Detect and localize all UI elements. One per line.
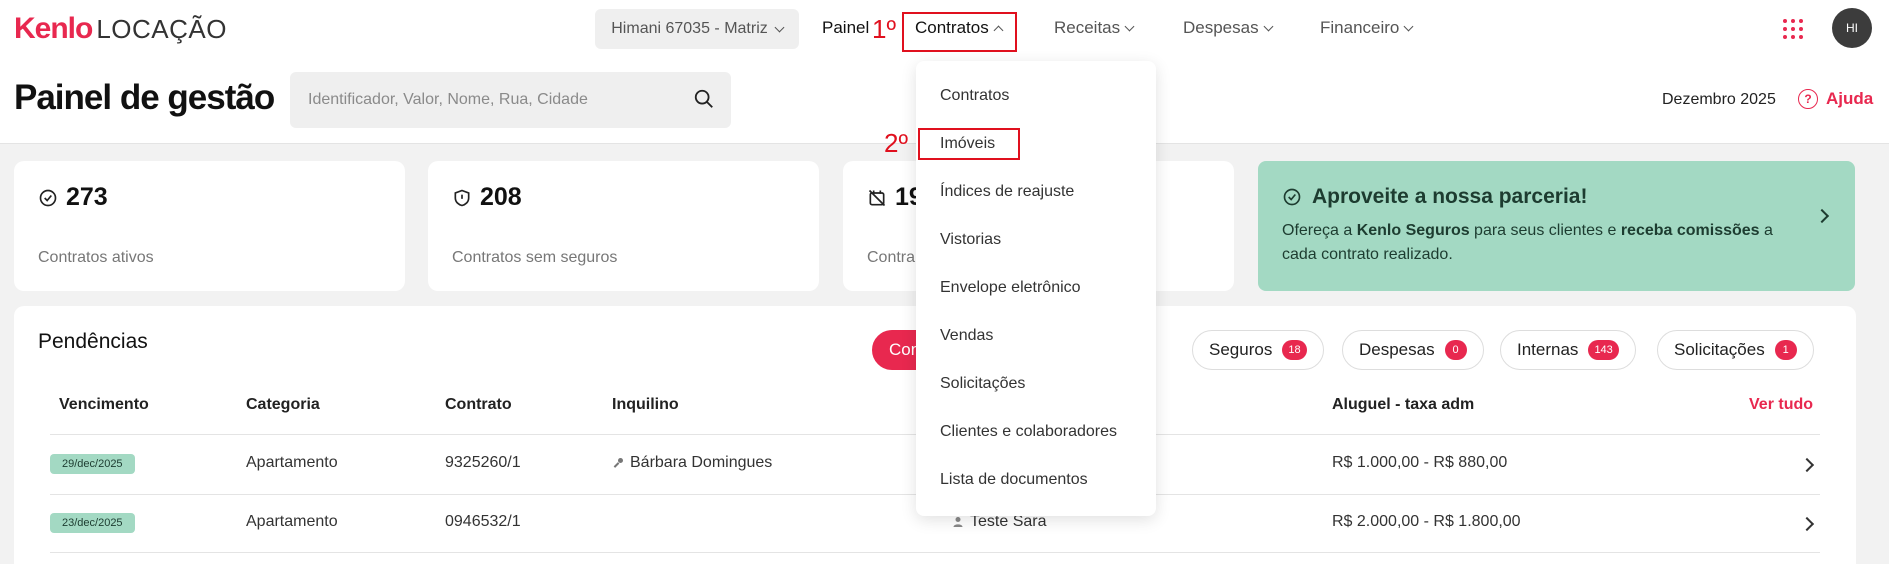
menu-item-clientes[interactable]: Clientes e colaboradores — [940, 423, 1117, 441]
tenant-cell[interactable]: Bárbara Domingues — [612, 454, 772, 472]
col-inquilino[interactable]: Inquilino — [612, 396, 679, 414]
see-all-link[interactable]: Ver tudo — [1749, 396, 1813, 414]
tab-label: Despesas — [1359, 340, 1435, 359]
tab-label: Solicitações — [1674, 340, 1765, 359]
page-title: Painel de gestão — [14, 78, 275, 117]
nav-financeiro-label: Financeiro — [1320, 18, 1400, 37]
tab-label: Internas — [1517, 340, 1579, 359]
tab-internas[interactable]: Internas 143 — [1500, 330, 1636, 370]
panel-title: Pendências — [38, 330, 148, 353]
check-circle-icon — [39, 189, 57, 206]
menu-item-indices[interactable]: Índices de reajuste — [940, 183, 1074, 201]
count-badge: 0 — [1444, 340, 1467, 360]
count-badge: 1 — [1774, 340, 1797, 360]
branch-selector[interactable]: Himani 67035 - Matriz — [595, 9, 799, 49]
annotation-box-contratos — [902, 12, 1017, 52]
stat-card-contratos-ativos[interactable]: 273 Contratos ativos — [14, 161, 405, 291]
search-icon[interactable] — [693, 88, 715, 110]
nav-painel-label: Painel — [822, 18, 870, 37]
person-icon — [953, 517, 963, 527]
menu-item-solicitacoes[interactable]: Solicitações — [940, 375, 1025, 393]
avatar[interactable]: HI — [1832, 8, 1872, 48]
key-icon — [613, 458, 623, 468]
contract-cell[interactable]: 9325260/1 — [445, 454, 521, 472]
logo-product: LOCAÇÃO — [96, 14, 227, 44]
chevron-down-icon — [774, 22, 785, 32]
col-vencimento[interactable]: Vencimento — [59, 396, 149, 414]
chevron-down-icon — [1403, 21, 1414, 31]
promo-banner[interactable]: Aproveite a nossa parceria! Ofereça a Ke… — [1258, 161, 1855, 291]
stat-value: 273 — [66, 183, 108, 211]
promo-title: Aproveite a nossa parceria! — [1312, 185, 1588, 208]
help-label: Ajuda — [1826, 89, 1874, 108]
search-box — [290, 72, 731, 128]
tab-label: Seguros — [1209, 340, 1273, 359]
nav-despesas-label: Despesas — [1183, 18, 1259, 37]
count-badge: 143 — [1588, 340, 1619, 360]
contract-cell[interactable]: 0946532/1 — [445, 513, 521, 531]
month-selector[interactable]: Dezembro 2025 — [1662, 91, 1776, 109]
due-date-badge: 29/dec/2025 — [50, 454, 135, 474]
help-link[interactable]: ? Ajuda — [1798, 89, 1873, 109]
rent-cell: R$ 2.000,00 - R$ 1.800,00 — [1332, 513, 1521, 530]
stat-label: Contratos sem seguros — [452, 249, 618, 266]
nav-painel[interactable]: Painel — [822, 18, 869, 38]
apps-grid-icon[interactable] — [1783, 19, 1803, 39]
col-contrato[interactable]: Contrato — [445, 396, 512, 414]
chevron-down-icon — [1124, 21, 1135, 31]
nav-financeiro[interactable]: Financeiro — [1320, 18, 1414, 38]
kenlo-logo[interactable]: Kenlo LOCAÇÃO — [14, 12, 227, 46]
nav-receitas-label: Receitas — [1054, 18, 1121, 37]
nav-despesas[interactable]: Despesas — [1183, 18, 1274, 38]
annotation-box-imoveis — [918, 128, 1020, 160]
col-aluguel[interactable]: Aluguel - taxa adm — [1332, 396, 1474, 414]
rent-cell: R$ 1.000,00 - R$ 880,00 — [1332, 454, 1508, 471]
search-input[interactable] — [308, 72, 668, 128]
question-icon: ? — [1798, 89, 1818, 109]
chevron-down-icon — [1263, 21, 1274, 31]
chevron-right-icon[interactable] — [1814, 208, 1830, 224]
logo-brand: Kenlo — [14, 12, 93, 45]
check-circle-icon — [1283, 188, 1301, 206]
tab-despesas[interactable]: Despesas 0 — [1342, 330, 1484, 370]
category-cell: Apartamento — [246, 513, 338, 530]
annotation-step2: 2º — [884, 128, 908, 158]
col-categoria[interactable]: Categoria — [246, 396, 320, 414]
stat-label: Contra — [867, 249, 916, 266]
shield-icon — [454, 189, 470, 206]
menu-item-documentos[interactable]: Lista de documentos — [940, 471, 1088, 489]
due-date-badge: 23/dec/2025 — [50, 513, 135, 533]
nav-receitas[interactable]: Receitas — [1054, 18, 1135, 38]
chevron-right-icon[interactable] — [1799, 516, 1815, 532]
promo-text: Ofereça a Kenlo Seguros para seus client… — [1282, 222, 1773, 263]
menu-item-vistorias[interactable]: Vistorias — [940, 231, 1001, 249]
divider — [50, 552, 1820, 553]
annotation-step1: 1º — [872, 14, 896, 44]
menu-item-vendas[interactable]: Vendas — [940, 327, 993, 345]
tab-seguros[interactable]: Seguros 18 — [1192, 330, 1324, 370]
menu-item-envelope[interactable]: Envelope eletrônico — [940, 279, 1081, 297]
category-cell: Apartamento — [246, 454, 338, 471]
branch-label: Himani 67035 - Matriz — [611, 20, 768, 37]
chevron-right-icon[interactable] — [1799, 457, 1815, 473]
tab-solicitacoes[interactable]: Solicitações 1 — [1657, 330, 1814, 370]
stat-card-sem-seguros[interactable]: 208 Contratos sem seguros — [428, 161, 819, 291]
calendar-off-icon — [868, 189, 886, 206]
menu-item-contratos[interactable]: Contratos — [940, 87, 1009, 105]
count-badge: 18 — [1282, 340, 1307, 360]
stat-value: 208 — [480, 183, 522, 211]
stat-label: Contratos ativos — [38, 249, 154, 266]
